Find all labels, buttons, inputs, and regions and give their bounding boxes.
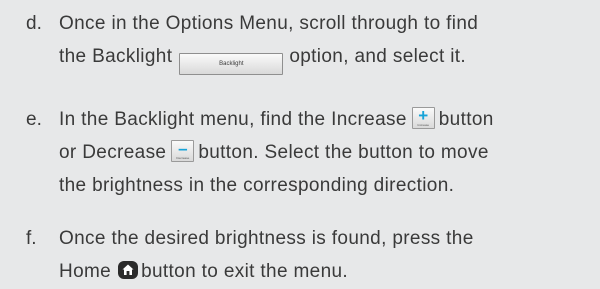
step-body: Once in the Options Menu, scroll through…	[59, 7, 600, 75]
step-text: Home	[59, 261, 112, 282]
step-line: Once in the Options Menu, scroll through…	[59, 13, 479, 34]
step-line: Home button to exit the menu.	[59, 255, 600, 288]
instruction-page: d. Once in the Options Menu, scroll thro…	[0, 0, 600, 289]
increase-button-image: + Increase	[411, 106, 435, 129]
step-text: button to exit the menu.	[141, 261, 349, 282]
step-text: button	[438, 109, 494, 130]
step-line: or Decrease – Decrease button. Select the b…	[59, 136, 600, 169]
decrease-caption: Decrease	[176, 156, 190, 160]
step-text: option, and select it.	[289, 46, 467, 67]
step-body: In the Backlight menu, find the Increase…	[59, 103, 600, 202]
plus-icon: +	[418, 106, 429, 125]
decrease-button-image: – Decrease	[171, 139, 195, 162]
step-text: the Backlight	[59, 46, 173, 67]
increase-caption: Increase	[417, 123, 430, 127]
step-text: or Decrease	[59, 142, 167, 163]
step-text: In the Backlight menu, find the Increase	[59, 109, 407, 130]
step-line: the Backlight Backlight option, and select…	[59, 40, 600, 75]
step-letter: e.	[26, 109, 42, 130]
minus-icon: –	[178, 139, 188, 158]
home-icon	[118, 261, 139, 279]
step-line: Once the desired brightness is found, pr…	[59, 228, 474, 249]
step-line: the brightness in the corresponding dire…	[59, 175, 455, 196]
step-line: In the Backlight menu, find the Increase…	[59, 103, 600, 136]
backlight-button-image: Backlight	[179, 53, 284, 75]
step-letter: f.	[26, 228, 37, 249]
step-body: Once the desired brightness is found, pr…	[59, 222, 600, 288]
step-letter: d.	[26, 13, 42, 34]
step-text: button. Select the button to move	[198, 142, 489, 163]
